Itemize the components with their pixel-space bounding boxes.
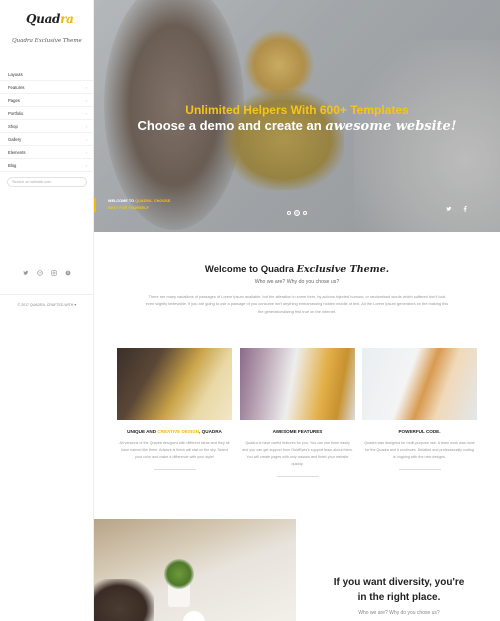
feature-divider bbox=[153, 469, 196, 470]
feature-title: UNIQUE AND CREATIVE DESIGN, QUADRA bbox=[127, 429, 222, 434]
sidebar-item-label: Pages bbox=[8, 98, 20, 103]
sidebar-item-pages[interactable]: Pages › bbox=[0, 94, 94, 107]
plant bbox=[164, 559, 194, 589]
feature-image bbox=[240, 348, 355, 420]
hero-caption: WELCOME TO QUADRA. CHOOSE BEST FOR YOURS… bbox=[94, 198, 170, 212]
hero-social bbox=[446, 206, 468, 214]
sidebar-item-layouts[interactable]: Layouts bbox=[0, 68, 94, 81]
sidebar-item-label: Features bbox=[8, 85, 25, 90]
sidebar-item-label: Layouts bbox=[8, 72, 23, 77]
feature-title: AWESOME FEATURES bbox=[272, 429, 323, 434]
feature-text: Quadra was designed for multi-purpose us… bbox=[364, 441, 475, 459]
sidebar-item-label: Blog bbox=[8, 163, 17, 168]
sidebar-nav: Layouts Features › Pages › Portfolio › Shop › Gal… bbox=[0, 68, 94, 172]
facebook-icon[interactable] bbox=[462, 206, 468, 214]
sidebar-divider bbox=[0, 294, 94, 295]
sidebar-item-blog[interactable]: Blog › bbox=[0, 159, 94, 172]
feature-text: Quadra is have useful features for you. … bbox=[242, 441, 353, 466]
twitter-icon[interactable] bbox=[23, 270, 29, 276]
hero-headline: Unlimited Helpers With 600+ Templates bbox=[185, 103, 409, 117]
chevron-right-icon: › bbox=[85, 137, 87, 142]
logo-text: Quadra bbox=[26, 12, 74, 26]
sidebar-item-portfolio[interactable]: Portfolio › bbox=[0, 107, 94, 120]
sidebar-item-features[interactable]: Features › bbox=[0, 81, 94, 94]
feature-card-powerful-code: POWERFUL CODE. Quadra was designed for m… bbox=[362, 348, 477, 470]
diversity-subtitle: Who we are? Why do you chose us? bbox=[358, 610, 440, 616]
tagline: Quadra Exclusive Theme bbox=[12, 38, 82, 44]
search-input[interactable]: Search on website.com bbox=[7, 177, 87, 187]
chevron-right-icon: › bbox=[85, 111, 87, 116]
hero-subheadline: Choose a demo and create an awesome webs… bbox=[137, 118, 457, 134]
logo[interactable]: Quadra bbox=[26, 12, 74, 32]
feature-image bbox=[117, 348, 232, 420]
sidebar-item-shop[interactable]: Shop › bbox=[0, 120, 94, 133]
dribbble-icon[interactable] bbox=[37, 270, 43, 276]
sidebar-social: S bbox=[0, 270, 94, 276]
sidebar-item-gallery[interactable]: Gallery › bbox=[0, 133, 94, 146]
sidebar-item-label: Shop bbox=[8, 124, 18, 129]
feature-image bbox=[362, 348, 477, 420]
feature-divider bbox=[276, 476, 319, 477]
sidebar: Quadra Quadra Exclusive Theme Layouts Fea… bbox=[0, 0, 94, 621]
feature-card-creative-design: UNIQUE AND CREATIVE DESIGN, QUADRA All v… bbox=[117, 348, 232, 470]
chevron-right-icon: › bbox=[85, 150, 87, 155]
feature-text: All versions of the Quadra designed with… bbox=[119, 441, 230, 459]
welcome-body: There are many variations of passages of… bbox=[145, 294, 449, 314]
diversity-image bbox=[94, 519, 296, 621]
chevron-right-icon: › bbox=[85, 85, 87, 90]
slider-dots bbox=[287, 210, 307, 216]
feature-title: POWERFUL CODE. bbox=[398, 429, 441, 434]
hero-slider: Unlimited Helpers With 600+ Templates Ch… bbox=[94, 0, 500, 232]
slider-dot[interactable] bbox=[287, 211, 291, 215]
skype-icon[interactable]: S bbox=[65, 270, 71, 276]
feature-card-awesome-features: AWESOME FEATURES Quadra is have useful f… bbox=[240, 348, 355, 477]
chevron-right-icon: › bbox=[85, 98, 87, 103]
sidebar-item-label: Elements bbox=[8, 150, 26, 155]
feature-divider bbox=[398, 469, 441, 470]
welcome-subtitle: Who we are? Why do you chose us? bbox=[254, 279, 340, 285]
sidebar-item-label: Portfolio bbox=[8, 111, 24, 116]
chevron-right-icon: › bbox=[85, 124, 87, 129]
sidebar-item-elements[interactable]: Elements › bbox=[0, 146, 94, 159]
slider-dot-active[interactable] bbox=[294, 210, 300, 216]
instagram-icon[interactable] bbox=[51, 270, 57, 276]
sidebar-item-label: Gallery bbox=[8, 137, 22, 142]
chevron-right-icon: › bbox=[85, 163, 87, 168]
welcome-title: Welcome to Quadra Exclusive Theme. bbox=[204, 264, 390, 275]
slider-dot[interactable] bbox=[303, 211, 307, 215]
diversity-title: If you want diversity, you're in the rig… bbox=[333, 577, 465, 603]
copyright: © 2017 QUADRA. CRAFTED WITH ♥ bbox=[17, 303, 77, 307]
twitter-icon[interactable] bbox=[446, 206, 452, 214]
